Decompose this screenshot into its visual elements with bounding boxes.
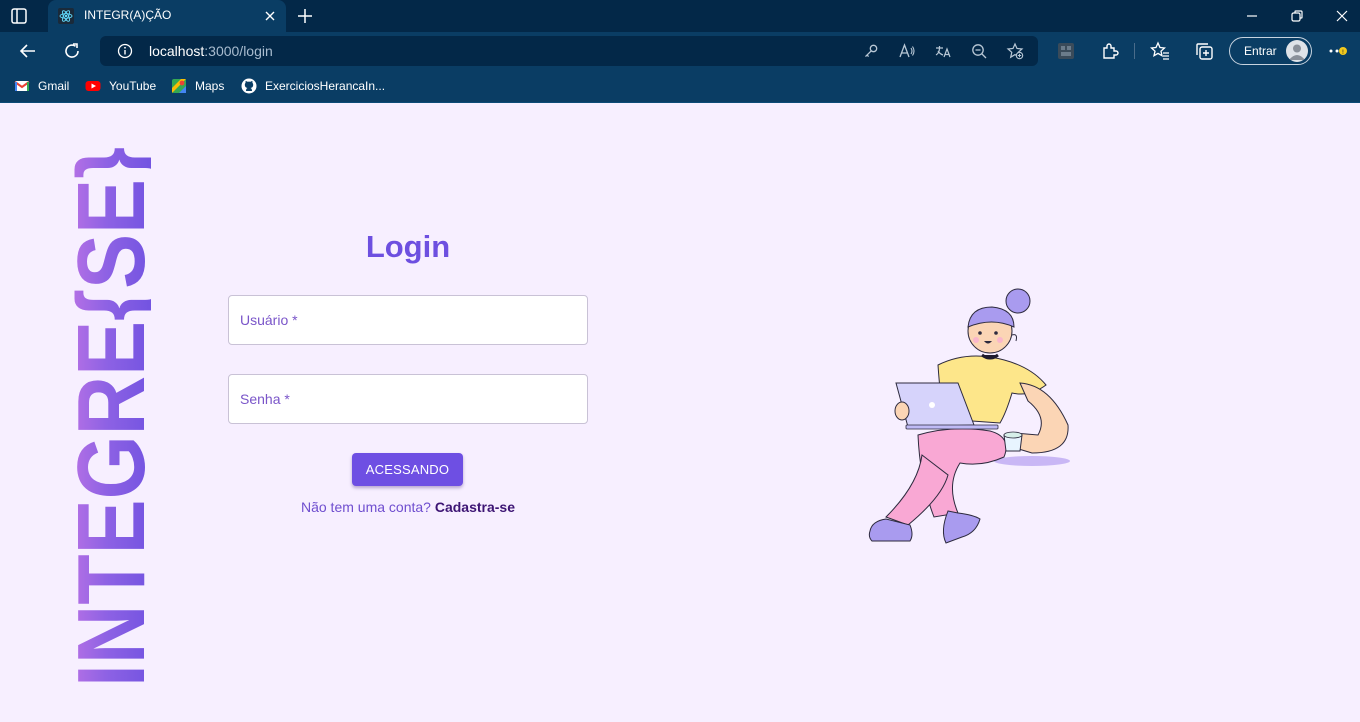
add-favorite-icon[interactable] [1006,42,1024,60]
read-aloud-icon[interactable] [898,42,916,60]
back-arrow-icon[interactable] [18,41,38,61]
bookmark-label: YouTube [109,79,157,93]
bookmarks-bar: Gmail YouTube Maps ExerciciosHerancaIn..… [0,70,1360,103]
toolbar-divider [1134,43,1135,59]
username-field[interactable]: Usuário * [228,295,588,345]
bookmark-youtube[interactable]: YouTube [85,76,156,96]
tab-bar: INTEGR(A)ÇÃO [0,0,1360,32]
seat-shadow [994,456,1070,466]
browser-toolbar: localhost:3000/login Entrar ! [0,32,1360,70]
brand-logo: INTEGRE{SE} [69,147,151,687]
favorites-icon[interactable] [1150,41,1170,61]
shoe-right [942,510,981,544]
bookmark-label: Maps [195,79,225,93]
url-path: :3000/login [204,43,273,59]
close-tab-icon[interactable] [264,10,276,22]
bookmark-label: Gmail [38,79,70,93]
refresh-icon[interactable] [62,41,82,61]
bookmark-gmail[interactable]: Gmail [14,76,69,96]
more-options-icon[interactable]: ! [1328,41,1348,61]
brand-logo-vertical: INTEGRE{SE} [69,147,151,687]
extensions-icon[interactable] [1100,41,1120,61]
bookmark-maps[interactable]: Maps [171,76,224,96]
person-laptop-illustration [868,288,1070,544]
github-icon [241,78,257,94]
password-input[interactable] [229,375,587,423]
maps-icon [172,79,186,93]
key-icon[interactable] [862,42,880,60]
bookmark-github[interactable]: ExerciciosHerancaIn... [241,76,385,96]
login-title: Login [365,229,451,264]
signup-prompt: Não tem uma conta? [300,499,431,515]
tab-actions-icon[interactable] [10,7,28,25]
site-info-icon[interactable] [117,43,133,59]
signup-link[interactable]: Cadastra-se [435,499,515,515]
signin-button[interactable]: Entrar [1229,37,1312,65]
url-text[interactable]: localhost:3000/login [149,43,273,59]
translate-icon[interactable] [934,42,952,60]
new-tab-icon[interactable] [296,7,314,25]
address-bar[interactable]: localhost:3000/login [100,36,1038,66]
gmail-icon [14,81,30,91]
bookmark-label: ExerciciosHerancaIn... [265,79,386,93]
password-field[interactable]: Senha * [228,374,588,424]
youtube-icon [85,81,101,91]
signup-prompt-line: Não tem uma conta? Cadastra-se [228,499,588,515]
url-host: localhost [149,43,205,59]
close-window-icon[interactable] [1334,8,1350,24]
login-submit-button[interactable]: ACESSANDO [352,453,463,486]
svg-text:!: ! [1342,49,1344,56]
restore-icon[interactable] [1289,8,1305,24]
signin-label: Entrar [1244,44,1277,58]
brand-logo-text: INTEGRE{SE} [69,147,151,687]
minimize-icon[interactable] [1244,8,1260,24]
react-icon [58,8,74,24]
app-icon[interactable] [1056,41,1076,61]
profile-avatar-icon [1286,40,1308,62]
tab-title: INTEGR(A)ÇÃO [84,8,172,22]
collections-icon[interactable] [1194,41,1214,61]
username-input[interactable] [229,296,587,344]
active-tab[interactable]: INTEGR(A)ÇÃO [48,0,286,32]
page-content: INTEGRE{SE} Login Usuário * Senha * ACES… [0,103,1360,722]
zoom-out-icon[interactable] [970,42,988,60]
